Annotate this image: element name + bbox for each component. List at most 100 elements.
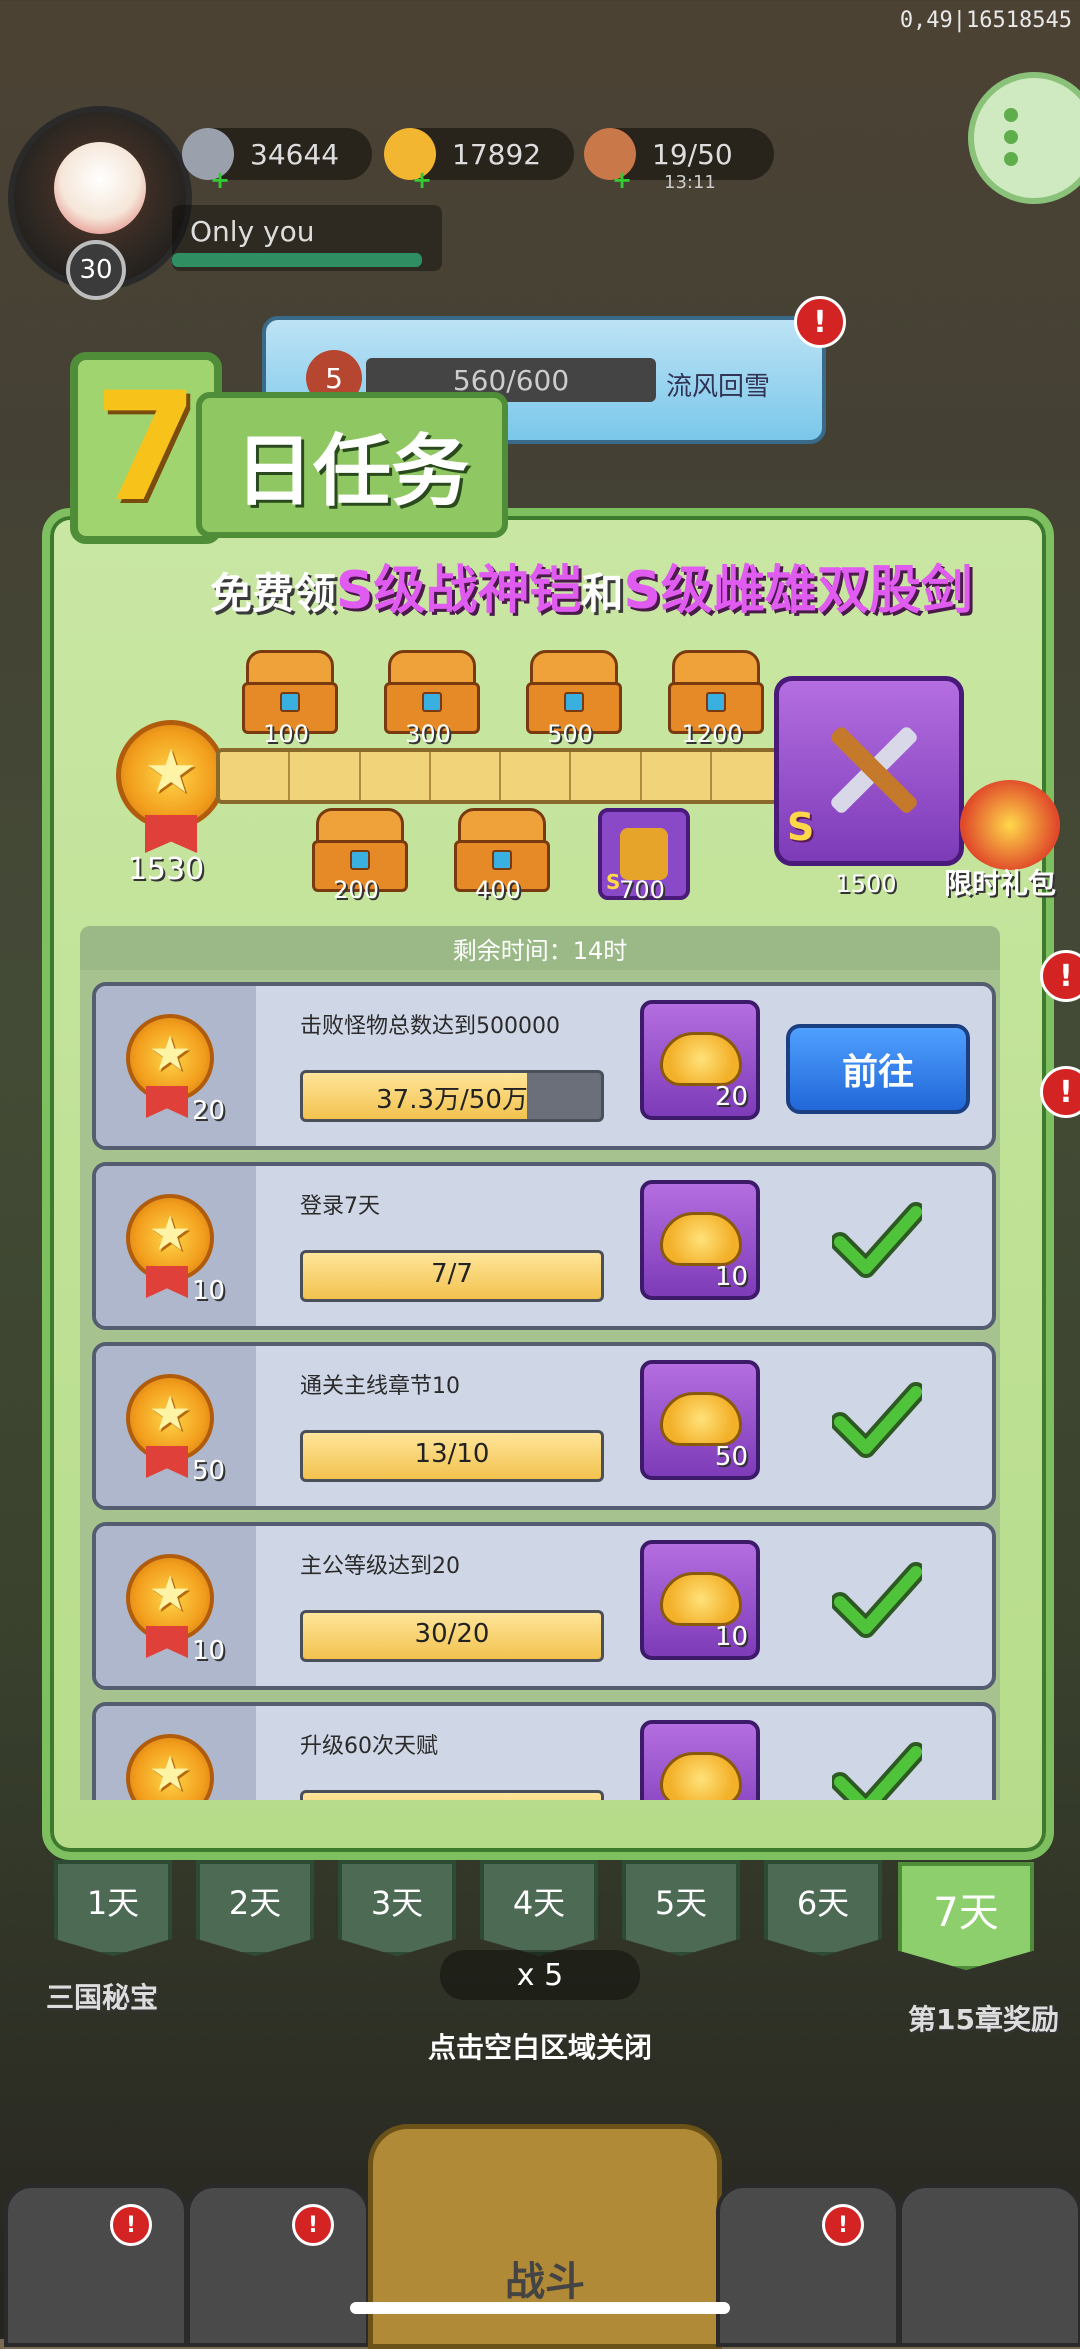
tab-day-7[interactable]: 7天	[898, 1862, 1034, 1970]
milestone-label: 100	[263, 720, 309, 748]
player-name-bar: Only you	[172, 205, 442, 271]
gold-ingot-reward-icon[interactable]: 50	[640, 1360, 760, 1480]
gold-ingot-reward-icon[interactable]: 20	[640, 1000, 760, 1120]
task-description: 通关主线章节10	[300, 1374, 460, 1399]
sword-reward-icon[interactable]: S	[774, 676, 964, 866]
milestone-label: 400	[475, 876, 521, 904]
menu-dot-icon	[1004, 152, 1018, 166]
remaining-time: 剩余时间：14时	[80, 926, 1000, 970]
task-progress-bar: 7/7	[300, 1250, 604, 1302]
title-text: 日任务	[196, 392, 508, 538]
checkmark-icon	[832, 1742, 922, 1800]
task-description: 升级60次天赋	[300, 1734, 438, 1759]
task-points: 20	[192, 1096, 226, 1126]
milestone-label: 1200	[681, 720, 743, 748]
treasure-label[interactable]: 三国秘宝	[46, 1976, 158, 2016]
gold-resource[interactable]: 17892 +	[384, 128, 574, 194]
gold-amount: 17892	[452, 137, 542, 171]
task-description: 主公等级达到20	[300, 1554, 460, 1579]
stamina-amount: 19/50	[652, 137, 733, 171]
menu-dot-icon	[1004, 108, 1018, 122]
task-row: ★ 20 击败怪物总数达到500000 37.3万/50万 20 前往	[92, 982, 996, 1150]
tab-day-1[interactable]: 1天	[54, 1860, 172, 1956]
close-hint: 点击空白区域关闭	[427, 2031, 652, 2064]
silver-amount: 34644	[250, 137, 340, 171]
task-description: 登录7天	[300, 1194, 380, 1219]
tab-day-2[interactable]: 2天	[196, 1860, 314, 1956]
reward-amount: 20	[714, 1082, 748, 1112]
milestone-label: 700	[619, 876, 665, 904]
sword-grade: S	[787, 805, 815, 849]
task-list[interactable]: ★ 20 击败怪物总数达到500000 37.3万/50万 20 前往 ★ 10…	[80, 970, 1000, 1800]
reward-amount: 10	[714, 1262, 748, 1292]
subtitle-item1: S级战神铠	[336, 561, 582, 621]
gold-ingot-reward-icon[interactable]: 10	[640, 1540, 760, 1660]
total-points: 1530	[127, 852, 205, 887]
menu-dot-icon	[1004, 130, 1018, 144]
milestone-label: 500	[547, 720, 593, 748]
milestone-label: 300	[405, 720, 451, 748]
subtitle-prefix: 免费领	[210, 569, 337, 618]
stage-alert-icon: !	[794, 296, 846, 348]
reward-amount: 50	[714, 1442, 748, 1472]
subtitle-item2: S级雌雄双股剑	[623, 561, 973, 621]
battle-label: 战斗	[505, 2259, 585, 2305]
event-subtitle: 免费领S级战神铠和S级雌雄双股剑	[210, 548, 973, 623]
task-points: 10	[192, 1276, 226, 1306]
nav-hero-button[interactable]	[716, 2184, 900, 2347]
add-gold-icon[interactable]: +	[412, 166, 432, 194]
chest-icon[interactable]	[242, 650, 338, 734]
gold-ingot-reward-icon[interactable]	[640, 1720, 760, 1800]
task-progress-text: 7/7	[431, 1259, 473, 1289]
task-points: 10	[192, 1636, 226, 1666]
home-indicator[interactable]	[350, 2302, 730, 2314]
tab-day-5[interactable]: 5天	[622, 1860, 740, 1956]
task-row: ★ 10 主公等级达到20 30/20 10	[92, 1522, 996, 1690]
task-progress-bar: 13/10	[300, 1430, 604, 1482]
player-name: Only you	[190, 215, 315, 248]
checkmark-icon	[832, 1562, 922, 1638]
chest-icon[interactable]	[526, 650, 622, 734]
tab-day-6[interactable]: 6天	[764, 1860, 882, 1956]
debug-coords: 0,49|16518545	[899, 8, 1072, 33]
task-progress-bar	[300, 1790, 604, 1800]
task-progress-bar: 37.3万/50万	[300, 1070, 604, 1122]
milestone-progress-track	[216, 748, 784, 804]
gold-ingot-reward-icon[interactable]: 10	[640, 1180, 760, 1300]
task-description: 击败怪物总数达到500000	[300, 1014, 560, 1039]
task-progress-text: 13/10	[414, 1439, 490, 1469]
checkmark-icon	[832, 1382, 922, 1458]
total-points-medal-icon: ★	[116, 720, 226, 853]
nav-shop-button[interactable]	[4, 2184, 188, 2347]
tab-day-4[interactable]: 4天	[480, 1860, 598, 1956]
player-level-badge: 30	[66, 240, 126, 300]
add-stamina-icon[interactable]: +	[612, 166, 632, 194]
meat-count: x 5	[440, 1950, 640, 2000]
reward-amount: 10	[714, 1622, 748, 1652]
task-progress-bar: 30/20	[300, 1610, 604, 1662]
limited-gift-label[interactable]: 限时礼包	[944, 862, 1056, 902]
add-silver-icon[interactable]: +	[210, 166, 230, 194]
nav-alert-icon: !	[822, 2204, 864, 2246]
stamina-timer: 13:11	[664, 172, 716, 193]
tab-day-3[interactable]: 3天	[338, 1860, 456, 1956]
nav-alert-icon: !	[110, 2204, 152, 2246]
player-xp-bar	[172, 253, 422, 267]
silver-resource[interactable]: 34644 +	[182, 128, 372, 194]
task-progress-text: 30/20	[414, 1619, 490, 1649]
task-row: ★ 升级60次天赋	[92, 1702, 996, 1800]
nav-battle-button[interactable]: 战斗	[368, 2124, 722, 2349]
nav-alert-icon: !	[292, 2204, 334, 2246]
nav-equipment-button[interactable]	[186, 2184, 370, 2347]
chest-icon[interactable]	[384, 650, 480, 734]
task-row: ★ 10 登录7天 7/7 10	[92, 1162, 996, 1330]
task-points: 50	[192, 1456, 226, 1486]
subtitle-mid: 和	[581, 569, 624, 618]
milestone-label: 200	[333, 876, 379, 904]
task-progress-text: 37.3万/50万	[376, 1085, 528, 1115]
nav-upgrade-button[interactable]	[898, 2184, 1080, 2347]
go-button[interactable]: 前往	[786, 1024, 970, 1114]
chest-icon[interactable]	[668, 650, 764, 734]
gift-bag-icon[interactable]	[960, 780, 1060, 870]
lucky-cat-portrait-icon	[54, 142, 146, 234]
